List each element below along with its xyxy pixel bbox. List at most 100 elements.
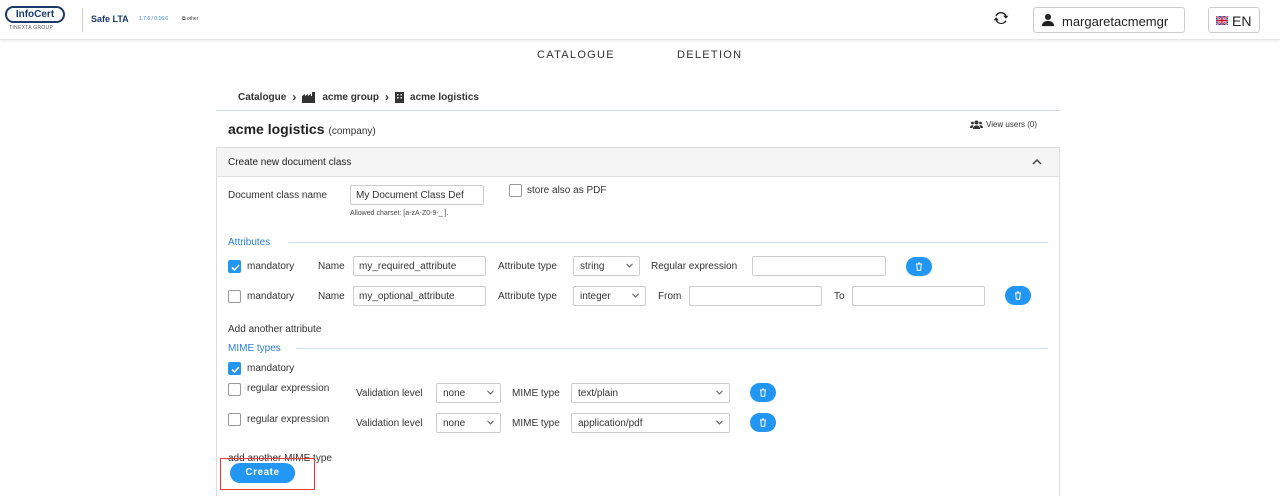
logo-subtitle: TINEXTA GROUP bbox=[9, 25, 54, 31]
attr2-type-label: Attribute type bbox=[498, 291, 557, 302]
mime1-delete-button[interactable] bbox=[750, 383, 776, 402]
mime-mandatory-checkbox[interactable] bbox=[228, 362, 241, 375]
uk-flag-icon bbox=[1216, 16, 1228, 25]
doc-class-name-input[interactable]: My Document Class Def bbox=[350, 185, 484, 205]
highlight-box bbox=[220, 458, 315, 490]
attr2-name-label: Name bbox=[318, 291, 345, 302]
store-pdf-label: store also as PDF bbox=[527, 185, 607, 196]
breadcrumb-company: acme logistics bbox=[410, 91, 479, 103]
mime1-level-label: Validation level bbox=[356, 388, 423, 399]
view-users-link[interactable]: View users (0) bbox=[970, 120, 1037, 129]
app-version: 1.7.6 / 0.16.6 bbox=[139, 16, 169, 22]
panel-title: Create new document class bbox=[228, 157, 352, 168]
nav-deletion[interactable]: DELETION bbox=[677, 49, 742, 61]
attr1-type-select[interactable]: string bbox=[573, 256, 640, 276]
attr1-regex-label: Regular expression bbox=[651, 261, 738, 272]
chevron-down-icon bbox=[487, 390, 494, 395]
other-link-label: other bbox=[186, 16, 199, 22]
mime1-level-value: none bbox=[443, 388, 466, 399]
mime-section-title: MIME types bbox=[228, 343, 281, 354]
entity-type: (company) bbox=[328, 126, 376, 137]
attr2-from-input[interactable] bbox=[689, 286, 822, 306]
trash-icon bbox=[1015, 291, 1021, 300]
chevron-down-icon bbox=[716, 420, 723, 425]
check-icon bbox=[231, 366, 240, 374]
attr1-name-input[interactable]: my_required_attribute bbox=[353, 256, 486, 276]
attr1-mandatory-label: mandatory bbox=[247, 261, 295, 272]
mime2-type-select[interactable]: application/pdf bbox=[571, 413, 730, 433]
trash-icon bbox=[760, 388, 766, 397]
attr2-to-input[interactable] bbox=[852, 286, 985, 306]
panel-header[interactable]: Create new document class bbox=[217, 148, 1059, 177]
chevron-right-icon: › bbox=[292, 90, 297, 104]
refresh-icon[interactable] bbox=[992, 9, 1010, 27]
attr2-mandatory-label: mandatory bbox=[247, 291, 295, 302]
breadcrumb: Catalogue › acme group › acme logistics bbox=[238, 90, 479, 104]
chevron-down-icon bbox=[487, 420, 494, 425]
mime2-level-label: Validation level bbox=[356, 418, 423, 429]
chevron-down-icon bbox=[632, 293, 639, 298]
breadcrumb-group[interactable]: acme group bbox=[322, 92, 379, 103]
add-attribute-link[interactable]: Add another attribute bbox=[228, 324, 321, 335]
attr2-type-value: integer bbox=[580, 291, 611, 302]
attr2-to-label: To bbox=[834, 291, 845, 302]
mime-mandatory-label: mandatory bbox=[247, 363, 295, 374]
attr2-mandatory-checkbox[interactable] bbox=[228, 290, 241, 303]
breadcrumb-divider bbox=[216, 110, 1060, 111]
chevron-up-icon[interactable] bbox=[1032, 158, 1042, 165]
users-icon bbox=[970, 120, 983, 129]
charset-hint: Allowed charset: [a-zA-Z0-9-_ ]. bbox=[350, 210, 449, 217]
attr1-mandatory-checkbox[interactable] bbox=[228, 260, 241, 273]
breadcrumb-catalogue[interactable]: Catalogue bbox=[238, 92, 286, 103]
view-users-label: View users (0) bbox=[986, 120, 1037, 129]
page-title-text: acme logistics bbox=[228, 121, 325, 137]
mime1-type-value: text/plain bbox=[578, 388, 619, 399]
mime2-delete-button[interactable] bbox=[750, 413, 776, 432]
mime2-type-value: application/pdf bbox=[578, 418, 643, 429]
user-icon bbox=[1041, 13, 1055, 27]
attr2-type-select[interactable]: integer bbox=[573, 286, 646, 306]
mime2-type-label: MIME type bbox=[512, 418, 560, 429]
username: margaretacmemgr bbox=[1062, 14, 1169, 29]
trash-icon bbox=[760, 418, 766, 427]
attr1-type-label: Attribute type bbox=[498, 261, 557, 272]
mime1-regex-label: regular expression bbox=[247, 383, 330, 394]
trash-icon bbox=[916, 262, 922, 271]
mime1-regex-checkbox[interactable] bbox=[228, 383, 241, 396]
attributes-section-line bbox=[288, 242, 1048, 243]
attr2-from-label: From bbox=[658, 291, 682, 302]
mime2-regex-label: regular expression bbox=[247, 414, 330, 425]
page-title: acme logistics (company) bbox=[228, 121, 376, 137]
attr2-delete-button[interactable] bbox=[1005, 286, 1031, 305]
factory-icon bbox=[302, 91, 316, 103]
mime-section-line bbox=[296, 348, 1048, 349]
mime1-type-label: MIME type bbox=[512, 388, 560, 399]
attr1-name-label: Name bbox=[318, 261, 345, 272]
infocert-logo[interactable]: InfoCert TINEXTA GROUP bbox=[5, 6, 67, 32]
top-bar: InfoCert TINEXTA GROUP Safe LTA 1.7.6 / … bbox=[0, 0, 1280, 40]
doc-class-name-label: Document class name bbox=[228, 190, 327, 201]
store-pdf-checkbox[interactable] bbox=[509, 184, 522, 197]
app-name: Safe LTA bbox=[91, 14, 129, 24]
chevron-down-icon bbox=[716, 390, 723, 395]
header-divider bbox=[82, 8, 83, 32]
attr1-regex-input[interactable] bbox=[752, 256, 886, 276]
mime1-type-select[interactable]: text/plain bbox=[571, 383, 730, 403]
language-code: EN bbox=[1232, 13, 1252, 29]
create-document-class-panel: Create new document class bbox=[216, 147, 1060, 496]
mime2-level-select[interactable]: none bbox=[436, 413, 501, 433]
chevron-right-icon: › bbox=[385, 90, 390, 104]
attr1-delete-button[interactable] bbox=[906, 257, 932, 276]
other-link[interactable]: ⧉ other bbox=[182, 16, 198, 22]
nav-catalogue[interactable]: CATALOGUE bbox=[537, 49, 615, 61]
building-icon bbox=[395, 91, 405, 103]
check-icon bbox=[231, 264, 240, 272]
language-selector[interactable]: EN bbox=[1208, 7, 1260, 33]
attr1-type-value: string bbox=[580, 261, 605, 272]
mime1-level-select[interactable]: none bbox=[436, 383, 501, 403]
chevron-down-icon bbox=[626, 263, 633, 268]
logo-text: InfoCert bbox=[5, 6, 65, 23]
attr2-name-input[interactable]: my_optional_attribute bbox=[353, 286, 486, 306]
user-menu-button[interactable]: margaretacmemgr bbox=[1033, 7, 1185, 33]
mime2-regex-checkbox[interactable] bbox=[228, 413, 241, 426]
